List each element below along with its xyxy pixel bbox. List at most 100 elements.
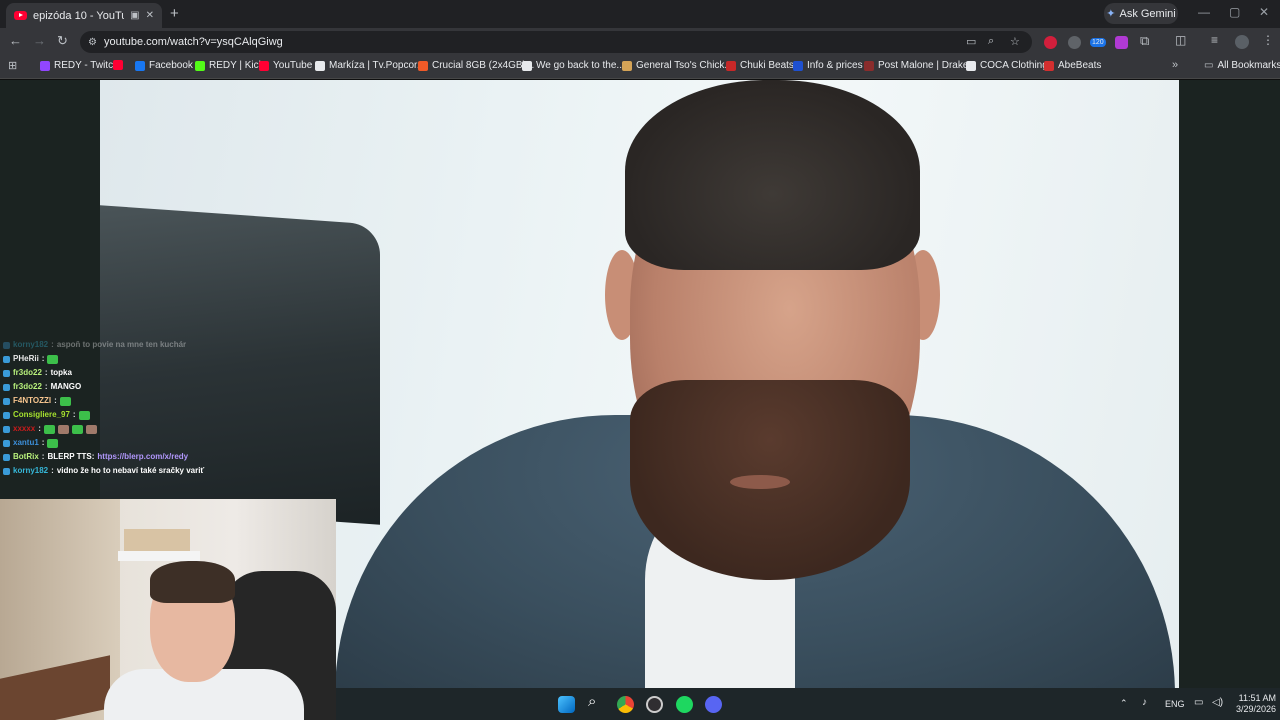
extension-icon[interactable]	[1044, 36, 1057, 49]
chat-separator: :	[41, 438, 45, 447]
forward-icon[interactable]: →	[33, 33, 46, 48]
facebook-icon	[135, 60, 145, 71]
minimize-button[interactable]: —	[1198, 5, 1210, 19]
folder-icon: ▭	[1204, 60, 1214, 71]
tab-strip: epizóda 10 - YouTube ▣ ✕ + ✦ Ask Gemini …	[0, 0, 1280, 28]
chrome-icon[interactable]	[617, 696, 634, 713]
extension-icon[interactable]	[1068, 36, 1081, 49]
bookmark-item[interactable]: AbeBeats	[1044, 60, 1101, 71]
chat-separator: :	[54, 396, 57, 405]
webcam-person-hair	[150, 561, 235, 603]
bookmark-item[interactable]: Markíza | Tv.Popcor...	[315, 60, 425, 71]
b-icon	[793, 60, 803, 71]
extensions-puzzle-icon[interactable]: ⧉	[1140, 33, 1149, 49]
extension-icon[interactable]	[1115, 36, 1128, 49]
chat-separator: :	[41, 354, 45, 363]
network-icon[interactable]: ▭	[1194, 697, 1203, 708]
extension-badge[interactable]: 120	[1090, 38, 1106, 47]
bookmark-label: Crucial 8GB (2x4GB)...	[432, 60, 535, 71]
obs-icon[interactable]	[646, 696, 663, 713]
new-tab-button[interactable]: +	[170, 5, 179, 22]
volume-icon[interactable]: ◁)	[1212, 697, 1223, 708]
chat-username[interactable]: PHeRii	[13, 352, 39, 366]
chat-separator: :	[72, 410, 76, 419]
chat-username[interactable]: korny182	[13, 338, 48, 352]
chat-emote-icon	[47, 354, 59, 364]
bookmark-label: We go back to the...	[536, 60, 625, 71]
clock-time: 11:51 AM	[1238, 693, 1276, 703]
windows-taskbar: ⌕ ⌃ ♪ ENG ▭ ◁) 11:51 AM 3/29/2026	[336, 688, 1280, 720]
twitch-icon	[40, 60, 50, 71]
bookmark-item[interactable]: General Tso's Chick...	[622, 60, 733, 71]
chevron-up-icon[interactable]: ⌃	[1120, 698, 1128, 709]
bookmark-item[interactable]: Facebook	[135, 60, 193, 71]
bookmark-item[interactable]: YouTube	[259, 60, 312, 71]
bookmark-item[interactable]: Info & prices	[793, 60, 863, 71]
chat-separator: :	[38, 424, 41, 433]
site-info-icon[interactable]: ⚙	[88, 37, 97, 48]
bookmark-item[interactable]: Post Malone | Drake...	[864, 60, 977, 71]
chat-badge-icon	[3, 425, 10, 433]
google-icon	[522, 60, 532, 71]
chat-badge-icon	[3, 453, 10, 461]
spotify-icon[interactable]	[676, 696, 693, 713]
chat-username[interactable]: F4NTOZZI	[13, 394, 51, 408]
side-panel-icon[interactable]: ◫	[1175, 33, 1186, 47]
tab-media-icon[interactable]: ▣	[130, 10, 139, 21]
chat-username[interactable]: xantu1	[13, 436, 39, 450]
microphone-icon[interactable]: ♪	[1142, 697, 1147, 708]
webcam-overlay	[0, 499, 336, 720]
search-icon[interactable]: ⌕	[588, 693, 596, 710]
chat-username[interactable]: fr3do22	[13, 380, 42, 394]
browser-toolbar: ← → ↻ ⚙ youtube.com/watch?v=ysqCAlqGiwg …	[0, 28, 1280, 55]
cast-icon[interactable]: ▭	[966, 35, 976, 48]
bookmark-item[interactable]	[113, 60, 123, 70]
abebeats-icon	[1044, 60, 1054, 71]
bookmark-label: Chuki Beats	[740, 60, 794, 71]
language-indicator[interactable]: ENG	[1165, 699, 1185, 709]
chat-text: topka	[50, 368, 72, 377]
chat-username[interactable]: fr3do22	[13, 366, 42, 380]
chat-message: korny182: aspoň to povie na mne ten kuchá…	[0, 338, 340, 352]
ask-gemini-button[interactable]: ✦ Ask Gemini	[1104, 3, 1178, 24]
bookmark-item[interactable]: Crucial 8GB (2x4GB)...	[418, 60, 534, 71]
chat-username[interactable]: Consigliere_97	[13, 408, 70, 422]
windows-start-icon[interactable]	[558, 696, 575, 713]
address-bar[interactable]: ⚙ youtube.com/watch?v=ysqCAlqGiwg ▭ ⌕ ☆	[80, 31, 1032, 53]
avatar[interactable]	[1235, 35, 1249, 49]
chat-message: fr3do22: topka	[0, 366, 340, 380]
bookmark-label: General Tso's Chick...	[636, 60, 733, 71]
chat-emote-icon	[85, 424, 97, 434]
maximize-button[interactable]: ▢	[1229, 5, 1240, 19]
bookmark-label: REDY - Twitch	[54, 60, 119, 71]
chat-message: fr3do22: MANGO	[0, 380, 340, 394]
video-person-mouth	[730, 475, 790, 489]
bookmark-item[interactable]: COCA Clothing	[966, 60, 1048, 71]
chat-message: Consigliere_97:	[0, 408, 340, 422]
more-bookmarks-button[interactable]: »	[1172, 59, 1178, 71]
bookmark-star-icon[interactable]: ☆	[1010, 35, 1020, 48]
taskbar-clock[interactable]: 11:51 AM 3/29/2026	[1228, 693, 1276, 715]
media-control-icon[interactable]: ≡	[1211, 33, 1218, 47]
bookmark-item[interactable]: Chuki Beats	[726, 60, 794, 71]
bookmark-item[interactable]: REDY | Kick	[195, 60, 264, 71]
chat-link[interactable]: https://blerp.com/x/redy	[97, 450, 188, 464]
chat-username[interactable]: xxxxx	[13, 422, 35, 436]
chat-message: BotRix: BLERP TTS: https://blerp.com/x/re…	[0, 450, 340, 464]
close-tab-icon[interactable]: ✕	[146, 10, 154, 21]
menu-icon[interactable]: ⋮	[1262, 33, 1274, 47]
all-bookmarks-button[interactable]: ▭ All Bookmarks	[1204, 60, 1280, 71]
chat-username[interactable]: BotRix	[13, 450, 39, 464]
reload-icon[interactable]: ↻	[57, 33, 68, 49]
back-icon[interactable]: ←	[9, 33, 22, 48]
zoom-icon[interactable]: ⌕	[988, 35, 994, 48]
apps-grid-icon[interactable]: ⊞	[8, 59, 17, 72]
chat-username[interactable]: korny182	[13, 464, 48, 478]
browser-tab[interactable]: epizóda 10 - YouTube ▣ ✕	[6, 3, 162, 28]
bookmark-item[interactable]: REDY - Twitch	[40, 60, 119, 71]
bookmark-label: Facebook	[149, 60, 193, 71]
gemini-icon: ✦	[1106, 8, 1116, 20]
close-window-button[interactable]: ✕	[1259, 5, 1269, 19]
bookmark-item[interactable]: We go back to the...	[522, 60, 625, 71]
discord-icon[interactable]	[705, 696, 722, 713]
